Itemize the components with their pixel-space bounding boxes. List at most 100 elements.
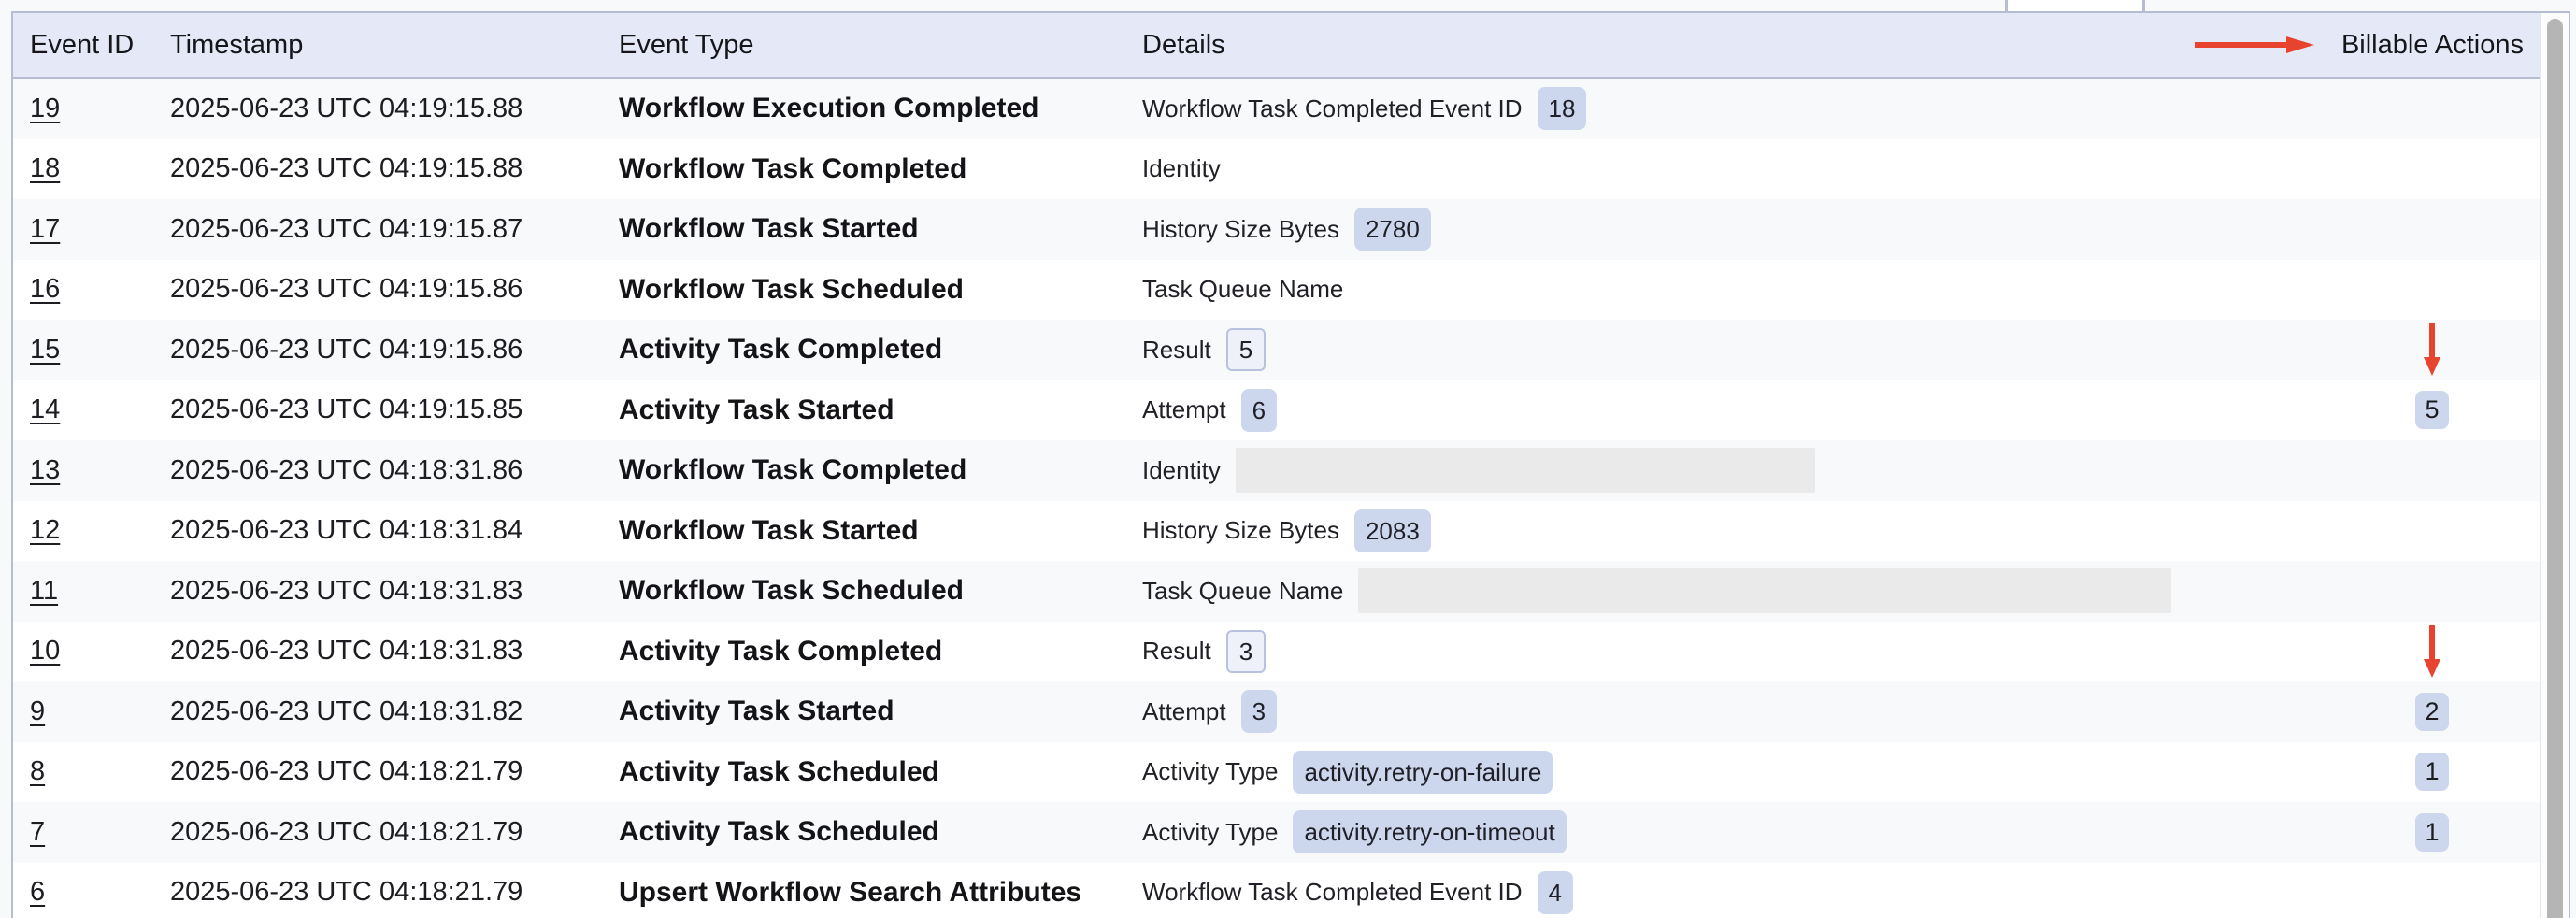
- event-type-cell: Activity Task Scheduled: [619, 756, 1142, 788]
- details-cell: Task Queue Name: [1142, 568, 2314, 613]
- table-row[interactable]: 13 2025-06-23 UTC 04:18:31.86 Workflow T…: [13, 440, 2569, 501]
- details-cell: Task Queue Name: [1142, 275, 2314, 304]
- event-type-cell: Workflow Task Scheduled: [619, 274, 1142, 306]
- event-history-table: Event ID Timestamp Event Type Details Bi…: [11, 11, 2570, 918]
- detail-badge: 3: [1226, 630, 1266, 673]
- billable-badge: 2: [2415, 693, 2448, 731]
- top-strip: [0, 0, 2576, 11]
- billable-actions-cell: 5: [2314, 391, 2539, 429]
- partial-control-above-table[interactable]: [2005, 0, 2145, 11]
- event-id-link[interactable]: 6: [30, 877, 45, 907]
- detail-label: Attempt: [1142, 395, 1226, 424]
- details-cell: History Size Bytes 2083: [1142, 509, 2314, 552]
- event-type-cell: Workflow Execution Completed: [619, 93, 1142, 124]
- timestamp-cell: 2025-06-23 UTC 04:19:15.88: [170, 153, 619, 184]
- event-id-link[interactable]: 13: [30, 455, 60, 485]
- redacted-value: [1358, 568, 2171, 613]
- event-id-link[interactable]: 12: [30, 515, 60, 545]
- event-id-link[interactable]: 16: [30, 274, 60, 304]
- details-cell: Result 3: [1142, 630, 2314, 673]
- event-id-link[interactable]: 7: [30, 817, 45, 847]
- event-id-link[interactable]: 9: [30, 696, 45, 726]
- detail-label: History Size Bytes: [1142, 516, 1339, 545]
- event-id-link[interactable]: 17: [30, 214, 60, 244]
- details-cell: Workflow Task Completed Event ID 4: [1142, 871, 2314, 914]
- event-type-cell: Activity Task Scheduled: [619, 816, 1142, 848]
- event-id-link[interactable]: 14: [30, 394, 60, 424]
- event-id-link[interactable]: 15: [30, 335, 60, 365]
- billable-badge: 1: [2415, 753, 2448, 791]
- detail-badge: 2083: [1354, 509, 1431, 552]
- timestamp-cell: 2025-06-23 UTC 04:19:15.88: [170, 93, 619, 124]
- event-type-cell: Activity Task Started: [619, 696, 1142, 727]
- details-cell: Identity: [1142, 448, 2314, 493]
- event-type-cell: Upsert Workflow Search Attributes: [619, 877, 1142, 909]
- timestamp-cell: 2025-06-23 UTC 04:19:15.86: [170, 274, 619, 305]
- billable-actions-cell: 1: [2314, 813, 2539, 852]
- table-row[interactable]: 9 2025-06-23 UTC 04:18:31.82 Activity Ta…: [13, 681, 2569, 742]
- detail-badge: activity.retry-on-timeout: [1293, 810, 1566, 853]
- timestamp-cell: 2025-06-23 UTC 04:19:15.85: [170, 394, 619, 425]
- billable-badge: 1: [2415, 813, 2448, 852]
- column-header-event-id: Event ID: [30, 30, 170, 61]
- table-row[interactable]: 10 2025-06-23 UTC 04:18:31.83 Activity T…: [13, 622, 2569, 682]
- timestamp-cell: 2025-06-23 UTC 04:18:31.83: [170, 576, 619, 607]
- event-id-link[interactable]: 19: [30, 93, 60, 123]
- event-type-cell: Workflow Task Started: [619, 515, 1142, 547]
- timestamp-cell: 2025-06-23 UTC 04:18:21.79: [170, 877, 619, 908]
- detail-label: Task Queue Name: [1142, 577, 1343, 606]
- detail-label: Result: [1142, 336, 1211, 365]
- table-row[interactable]: 16 2025-06-23 UTC 04:19:15.86 Workflow T…: [13, 260, 2569, 321]
- detail-badge: activity.retry-on-failure: [1293, 751, 1553, 794]
- column-header-event-type: Event Type: [619, 30, 1142, 61]
- event-type-cell: Activity Task Completed: [619, 636, 1142, 667]
- details-cell: Identity: [1142, 154, 2314, 183]
- timestamp-cell: 2025-06-23 UTC 04:18:21.79: [170, 817, 619, 848]
- detail-label: Attempt: [1142, 697, 1226, 726]
- table-row[interactable]: 12 2025-06-23 UTC 04:18:31.84 Workflow T…: [13, 501, 2569, 562]
- workflow-history-screen: Event ID Timestamp Event Type Details Bi…: [0, 0, 2576, 918]
- event-type-cell: Activity Task Started: [619, 394, 1142, 426]
- event-id-link[interactable]: 8: [30, 756, 45, 786]
- table-row[interactable]: 19 2025-06-23 UTC 04:19:15.88 Workflow E…: [13, 79, 2569, 139]
- billable-actions-cell: [2314, 323, 2539, 376]
- event-id-link[interactable]: 18: [30, 153, 60, 183]
- scrollbar-thumb[interactable]: [2547, 19, 2563, 918]
- table-row[interactable]: 11 2025-06-23 UTC 04:18:31.83 Workflow T…: [13, 561, 2569, 622]
- billable-actions-cell: 1: [2314, 753, 2539, 791]
- details-cell: Activity Type activity.retry-on-failure: [1142, 751, 2314, 794]
- timestamp-cell: 2025-06-23 UTC 04:18:31.84: [170, 515, 619, 546]
- detail-label: Activity Type: [1142, 818, 1278, 847]
- event-type-cell: Workflow Task Completed: [619, 454, 1142, 486]
- redacted-value: [1236, 448, 1815, 493]
- detail-label: History Size Bytes: [1142, 215, 1339, 244]
- table-row[interactable]: 15 2025-06-23 UTC 04:19:15.86 Activity T…: [13, 320, 2569, 380]
- timestamp-cell: 2025-06-23 UTC 04:19:15.87: [170, 214, 619, 245]
- detail-badge: 4: [1538, 871, 1573, 914]
- details-cell: Workflow Task Completed Event ID 18: [1142, 87, 2314, 130]
- column-header-billable-actions: Billable Actions: [2314, 30, 2539, 61]
- table-row[interactable]: 6 2025-06-23 UTC 04:18:21.79 Upsert Work…: [13, 863, 2569, 918]
- scrollbar-track[interactable]: [2540, 13, 2569, 918]
- detail-badge: 18: [1538, 87, 1587, 130]
- table-row[interactable]: 14 2025-06-23 UTC 04:19:15.85 Activity T…: [13, 380, 2569, 441]
- table-row[interactable]: 17 2025-06-23 UTC 04:19:15.87 Workflow T…: [13, 199, 2569, 260]
- timestamp-cell: 2025-06-23 UTC 04:19:15.86: [170, 335, 619, 366]
- table-row[interactable]: 18 2025-06-23 UTC 04:19:15.88 Workflow T…: [13, 139, 2569, 200]
- detail-label: Task Queue Name: [1142, 275, 1343, 304]
- timestamp-cell: 2025-06-23 UTC 04:18:31.86: [170, 455, 619, 486]
- details-cell: Attempt 3: [1142, 690, 2314, 733]
- event-type-cell: Workflow Task Scheduled: [619, 575, 1142, 607]
- table-row[interactable]: 8 2025-06-23 UTC 04:18:21.79 Activity Ta…: [13, 742, 2569, 803]
- details-cell: Attempt 6: [1142, 389, 2314, 432]
- detail-label: Workflow Task Completed Event ID: [1142, 94, 1523, 123]
- timestamp-cell: 2025-06-23 UTC 04:18:31.83: [170, 636, 619, 667]
- event-type-cell: Workflow Task Completed: [619, 153, 1142, 185]
- detail-badge: 5: [1226, 328, 1266, 371]
- billable-actions-cell: [2314, 625, 2539, 678]
- detail-label: Identity: [1142, 456, 1221, 485]
- event-id-link[interactable]: 10: [30, 636, 60, 666]
- table-row[interactable]: 7 2025-06-23 UTC 04:18:21.79 Activity Ta…: [13, 802, 2569, 863]
- detail-label: Workflow Task Completed Event ID: [1142, 878, 1523, 907]
- event-id-link[interactable]: 11: [30, 576, 58, 606]
